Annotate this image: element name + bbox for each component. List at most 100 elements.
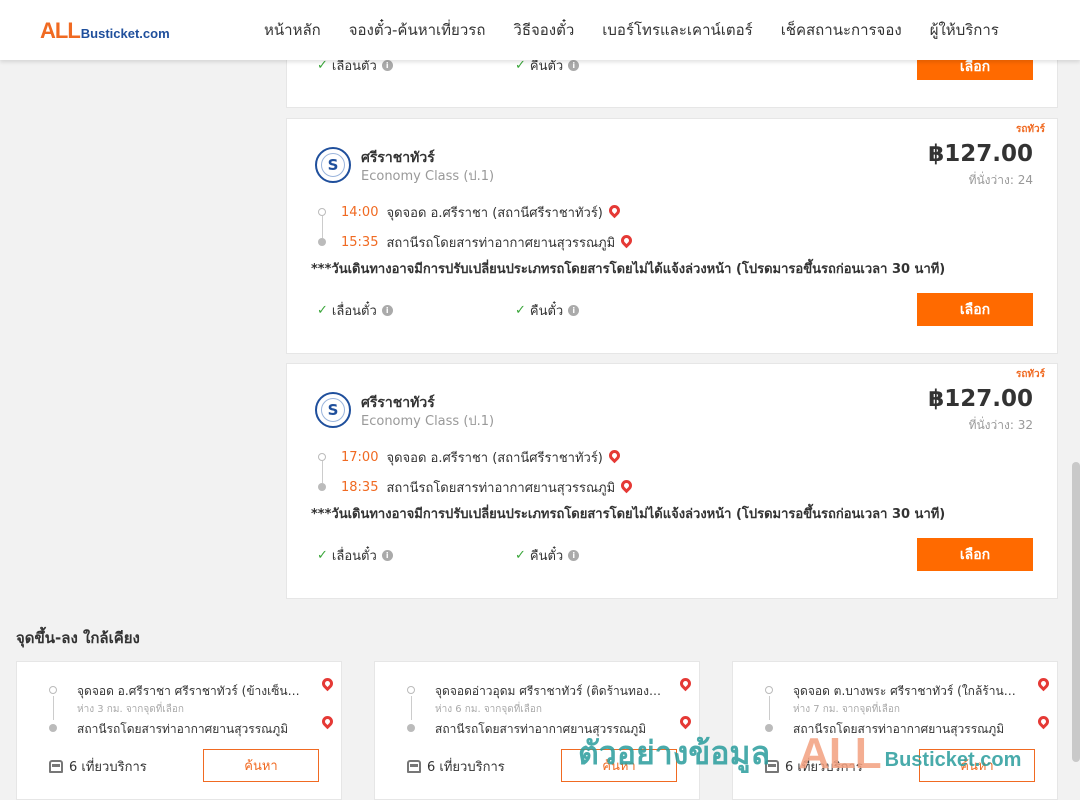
trip-notice: ***วันเดินทางอาจมีการปรับเปลี่ยนประเภทรถ… xyxy=(311,262,946,277)
bus-icon xyxy=(765,760,779,773)
feature-label: เลื่อนตั๋ว xyxy=(331,549,377,564)
map-pin-icon[interactable] xyxy=(618,232,635,248)
nearby-section-title: จุดขึ้น-ลง ใกล้เคียง xyxy=(16,629,140,647)
feature-label: เลื่อนตั๋ว xyxy=(331,304,377,319)
nearby-destination: สถานีรถโดยสารท่าอากาศยานสุวรรณภูมิ xyxy=(405,713,694,740)
departure-place: จุดจอด อ.ศรีราชา (สถานีศรีราชาทัวร์) xyxy=(386,450,603,466)
nearby-card: จุดจอดอ่าวอุดม ศรีราชาทัวร์ (ติดร้านทองค… xyxy=(374,661,700,800)
check-icon: ✓ xyxy=(515,303,526,318)
trip-count-label: 6 เที่ยวบริการ xyxy=(785,760,863,775)
arrival-stop: 15:35 สถานีรถโดยสารท่าอากาศยานสุวรรณภูมิ xyxy=(315,227,635,257)
map-pin-icon[interactable] xyxy=(319,713,336,730)
select-trip-button[interactable]: เลือก xyxy=(917,293,1033,326)
site-header: ALL Busticket.com หน้าหลัก จองตั๋ว-ค้นหา… xyxy=(0,0,1080,60)
map-pin-icon[interactable] xyxy=(677,713,694,730)
departure-stop: 14:00 จุดจอด อ.ศรีราชา (สถานีศรีราชาทัวร… xyxy=(315,197,632,227)
nearby-origin: จุดจอดอ่าวอุดม ศรีราชาทัวร์ (ติดร้านทองค… xyxy=(405,675,694,716)
nav-operators[interactable]: ผู้ให้บริการ xyxy=(930,18,999,42)
logo-all-text: ALL xyxy=(40,18,81,43)
bus-class: Economy Class (ป.1) xyxy=(361,414,495,429)
site-logo[interactable]: ALL Busticket.com xyxy=(40,18,170,44)
logo-domain-text: Busticket.com xyxy=(80,26,170,41)
nav-contact-counters[interactable]: เบอร์โทรและเคาน์เตอร์ xyxy=(602,18,752,42)
nearby-destination: สถานีรถโดยสารท่าอากาศยานสุวรรณภูมิ xyxy=(763,713,1052,740)
feature-label: คืนตั๋ว xyxy=(529,304,564,319)
feature-reschedule: ✓ เลื่อนตั๋ว i xyxy=(317,545,393,566)
bus-icon xyxy=(49,760,63,773)
departure-time: 17:00 xyxy=(341,449,379,465)
info-icon[interactable]: i xyxy=(381,60,393,71)
info-icon[interactable]: i xyxy=(568,550,580,561)
map-pin-icon[interactable] xyxy=(606,447,623,463)
destination-dot-icon xyxy=(49,724,57,732)
nearby-trip-count: 6 เที่ยวบริการ xyxy=(49,756,147,777)
nearby-origin: จุดจอด อ.ศรีราชา ศรีราชาทัวร์ (ข้างเซ็นท… xyxy=(47,675,336,716)
nearby-trip-count: 6 เที่ยวบริการ xyxy=(407,756,505,777)
nearby-card: จุดจอด ต.บางพระ ศรีราชาทัวร์ (ใกล้ร้านอา… xyxy=(732,661,1058,800)
nearby-destination-name: สถานีรถโดยสารท่าอากาศยานสุวรรณภูมิ xyxy=(435,722,647,736)
nav-home[interactable]: หน้าหลัก xyxy=(264,18,321,42)
bus-type-tag: รถทัวร์ xyxy=(1015,369,1045,380)
operator-logo-icon: S xyxy=(315,392,351,428)
trip-notice: ***วันเดินทางอาจมีการปรับเปลี่ยนประเภทรถ… xyxy=(311,507,946,522)
nearby-search-button[interactable]: ค้นหา xyxy=(919,749,1035,782)
bus-class: Economy Class (ป.1) xyxy=(361,169,495,184)
arrival-time: 18:35 xyxy=(341,479,379,495)
nav-book-search[interactable]: จองตั๋ว-ค้นหาเที่ยวรถ xyxy=(349,18,486,42)
nearby-origin: จุดจอด ต.บางพระ ศรีราชาทัวร์ (ใกล้ร้านอา… xyxy=(763,675,1052,716)
info-icon[interactable]: i xyxy=(381,305,393,316)
map-pin-icon[interactable] xyxy=(319,675,336,692)
nearby-card: จุดจอด อ.ศรีราชา ศรีราชาทัวร์ (ข้างเซ็นท… xyxy=(16,661,342,800)
check-icon: ✓ xyxy=(317,303,328,318)
origin-dot-icon xyxy=(765,686,773,694)
feature-refund: ✓ คืนตั๋ว i xyxy=(515,545,580,566)
map-pin-icon[interactable] xyxy=(606,202,623,218)
destination-dot-icon xyxy=(407,724,415,732)
origin-dot-icon xyxy=(318,208,326,216)
trip-route: 17:00 จุดจอด อ.ศรีราชา (สถานีศรีราชาทัวร… xyxy=(315,442,635,502)
map-pin-icon[interactable] xyxy=(677,675,694,692)
check-icon: ✓ xyxy=(317,548,328,563)
feature-refund: ✓ คืนตั๋ว i xyxy=(515,300,580,321)
nearby-search-button[interactable]: ค้นหา xyxy=(203,749,319,782)
map-pin-icon[interactable] xyxy=(1035,675,1052,692)
page-scrollbar[interactable] xyxy=(1072,462,1080,762)
check-icon: ✓ xyxy=(515,58,526,73)
trip-route: 14:00 จุดจอด อ.ศรีราชา (สถานีศรีราชาทัวร… xyxy=(315,197,635,257)
nearby-origin-name: จุดจอดอ่าวอุดม ศรีราชาทัวร์ (ติดร้านทองค… xyxy=(435,684,661,698)
origin-dot-icon xyxy=(318,453,326,461)
ticket-price: ฿127.00 xyxy=(928,141,1033,167)
info-icon[interactable]: i xyxy=(381,550,393,561)
departure-time: 14:00 xyxy=(341,204,379,220)
nearby-origin-name: จุดจอด ต.บางพระ ศรีราชาทัวร์ (ใกล้ร้านอา… xyxy=(793,684,1019,698)
nearby-search-button[interactable]: ค้นหา xyxy=(561,749,677,782)
feature-label: คืนตั๋ว xyxy=(529,549,564,564)
bus-type-tag: รถทัวร์ xyxy=(1015,124,1045,135)
departure-stop: 17:00 จุดจอด อ.ศรีราชา (สถานีศรีราชาทัวร… xyxy=(315,442,632,472)
operator-logo-icon: S xyxy=(315,147,351,183)
seats-available: ที่นั่งว่าง: 24 xyxy=(968,173,1033,187)
departure-place: จุดจอด อ.ศรีราชา (สถานีศรีราชาทัวร์) xyxy=(386,205,603,221)
info-icon[interactable]: i xyxy=(568,60,580,71)
ticket-price: ฿127.00 xyxy=(928,386,1033,412)
check-icon: ✓ xyxy=(515,548,526,563)
nearby-destination: สถานีรถโดยสารท่าอากาศยานสุวรรณภูมิ xyxy=(47,713,336,740)
nearby-destination-name: สถานีรถโดยสารท่าอากาศยานสุวรรณภูมิ xyxy=(77,722,289,736)
select-trip-button[interactable]: เลือก xyxy=(917,538,1033,571)
nearby-distance: ห่าง 7 กม. จากจุดที่เลือก xyxy=(793,704,900,715)
nearby-distance: ห่าง 3 กม. จากจุดที่เลือก xyxy=(77,704,184,715)
nearby-route: จุดจอด ต.บางพระ ศรีราชาทัวร์ (ใกล้ร้านอา… xyxy=(763,675,1052,740)
arrival-place: สถานีรถโดยสารท่าอากาศยานสุวรรณภูมิ xyxy=(386,480,616,496)
trip-count-label: 6 เที่ยวบริการ xyxy=(69,760,147,775)
nearby-distance: ห่าง 6 กม. จากจุดที่เลือก xyxy=(435,704,542,715)
nearby-origin-name: จุดจอด อ.ศรีราชา ศรีราชาทัวร์ (ข้างเซ็นท… xyxy=(77,684,303,698)
seats-available: ที่นั่งว่าง: 32 xyxy=(968,418,1033,432)
trip-count-label: 6 เที่ยวบริการ xyxy=(427,760,505,775)
nearby-route: จุดจอดอ่าวอุดม ศรีราชาทัวร์ (ติดร้านทองค… xyxy=(405,675,694,740)
map-pin-icon[interactable] xyxy=(618,477,635,493)
nav-check-booking[interactable]: เช็คสถานะการจอง xyxy=(781,18,902,42)
origin-dot-icon xyxy=(407,686,415,694)
nav-how-to-book[interactable]: วิธีจองตั๋ว xyxy=(513,18,574,42)
map-pin-icon[interactable] xyxy=(1035,713,1052,730)
info-icon[interactable]: i xyxy=(568,305,580,316)
